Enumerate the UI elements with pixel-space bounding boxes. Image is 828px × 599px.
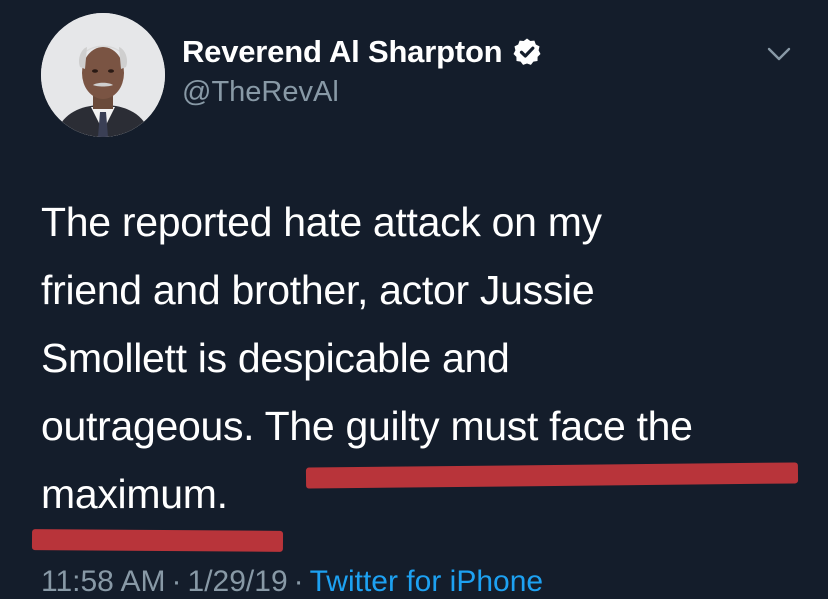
- avatar[interactable]: [41, 13, 165, 137]
- display-name[interactable]: Reverend Al Sharpton: [182, 34, 503, 70]
- author-handle[interactable]: @TheRevAl: [182, 76, 339, 109]
- highlight-underline: [31, 529, 284, 552]
- tweet-meta: 11:58 AM · 1/29/19 · Twitter for iPhone: [41, 565, 543, 599]
- chevron-down-icon[interactable]: [765, 44, 793, 64]
- tweet-source-link[interactable]: Twitter for iPhone: [310, 565, 543, 599]
- meta-separator: ·: [293, 565, 304, 598]
- meta-separator: ·: [171, 565, 182, 598]
- tweet-time[interactable]: 11:58 AM: [41, 565, 166, 599]
- tweet-text: The reported hate attack on my friend an…: [41, 199, 693, 517]
- verified-badge-icon: [513, 38, 541, 65]
- author-name-row[interactable]: Reverend Al Sharpton: [182, 34, 542, 70]
- profile-photo-icon: [41, 13, 165, 137]
- tweet-card: Reverend Al Sharpton @TheRevAl The repor…: [0, 0, 828, 598]
- tweet-date[interactable]: 1/29/19: [188, 565, 288, 599]
